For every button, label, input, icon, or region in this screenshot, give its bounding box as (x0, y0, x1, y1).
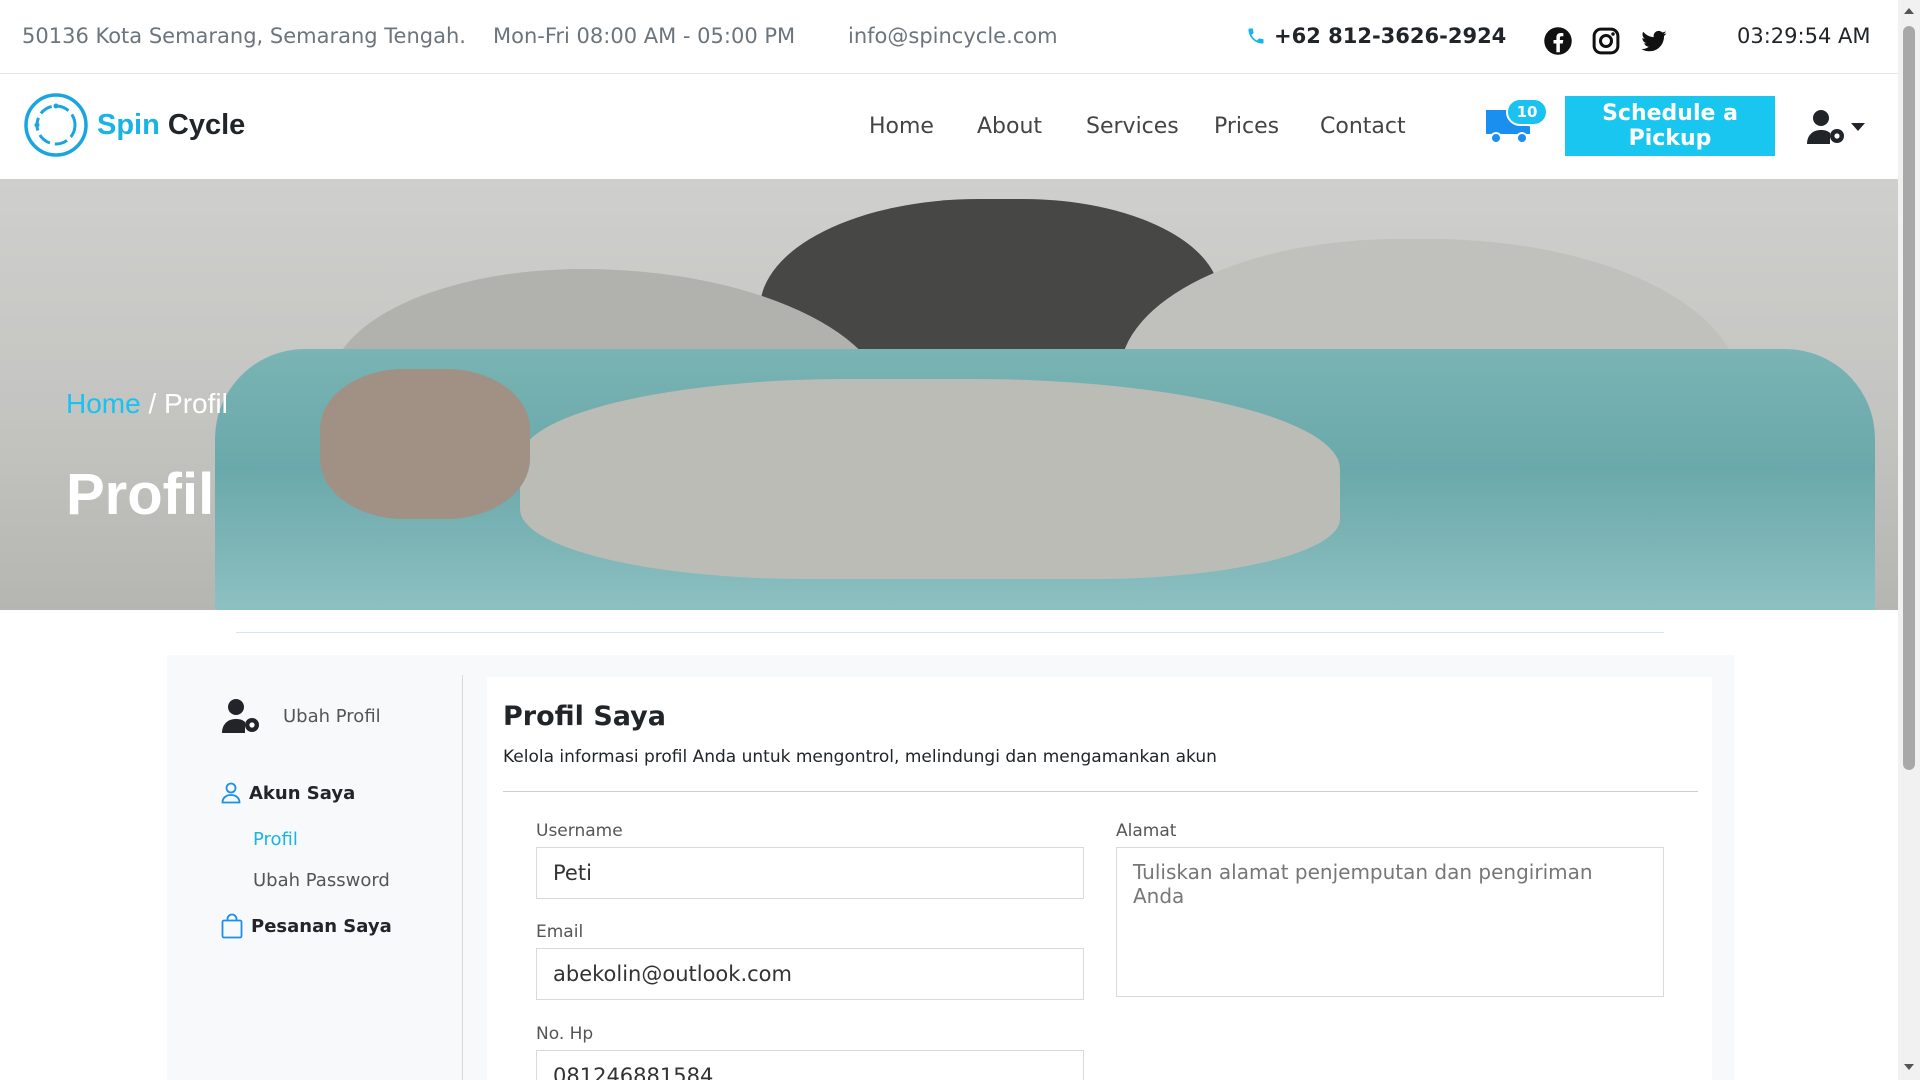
nav-services[interactable]: Services (1086, 114, 1179, 139)
instagram-icon[interactable] (1591, 26, 1621, 56)
cart-count-badge: 10 (1506, 98, 1548, 126)
twitter-icon[interactable] (1639, 26, 1669, 56)
user-outline-icon (221, 782, 241, 804)
profile-content: Profil Saya Kelola informasi profil Anda… (487, 677, 1712, 1080)
address-textarea[interactable]: Tuliskan alamat penjemputan dan pengirim… (1116, 847, 1664, 997)
shopping-bag-icon (221, 913, 243, 939)
sidebar-item-label: Pesanan Saya (251, 915, 392, 937)
nav-home[interactable]: Home (869, 114, 934, 139)
breadcrumb-current: Profil (164, 388, 228, 419)
sidebar-item-my-account[interactable]: Akun Saya (221, 782, 355, 804)
nav-about[interactable]: About (977, 114, 1042, 139)
user-menu-toggle[interactable] (1806, 108, 1866, 146)
address-text: 50136 Kota Semarang, Semarang Tengah. (22, 24, 466, 48)
breadcrumb-separator: / (140, 388, 165, 419)
email-label: Email (536, 922, 584, 942)
page-title: Profil (66, 462, 215, 527)
profile-description: Kelola informasi profil Anda untuk mengo… (503, 747, 1217, 767)
main-navbar: Spin Cycle Home About Services Prices Co… (0, 74, 1898, 179)
sidebar-item-profile[interactable]: Profil (253, 829, 298, 850)
address-label: Alamat (1116, 821, 1177, 841)
phone-input[interactable]: 081246881584 (536, 1050, 1084, 1080)
sidebar-header: Ubah Profil (221, 697, 381, 735)
sidebar-item-my-orders[interactable]: Pesanan Saya (221, 913, 392, 939)
phone-label: No. Hp (536, 1024, 594, 1044)
hero-banner: Home / Profil Profil (0, 179, 1898, 610)
nav-prices[interactable]: Prices (1214, 114, 1279, 139)
business-hours-text: Mon-Fri 08:00 AM - 05:00 PM (493, 24, 796, 48)
profile-card: Ubah Profil Akun Saya Profil Ubah Passwo… (167, 655, 1734, 1080)
username-label: Username (536, 821, 623, 841)
brand-spin: Spin (97, 108, 160, 141)
facebook-icon[interactable] (1543, 26, 1573, 56)
sidebar-item-change-password[interactable]: Ubah Password (253, 870, 390, 891)
nav-contact[interactable]: Contact (1320, 114, 1406, 139)
username-input[interactable]: Peti (536, 847, 1084, 899)
schedule-pickup-button[interactable]: Schedule a Pickup (1565, 96, 1775, 156)
spin-cycle-logo-icon (24, 93, 88, 157)
phone-icon (1248, 28, 1264, 44)
clock-text: 03:29:54 AM (1737, 24, 1871, 48)
chevron-down-icon (1851, 123, 1865, 131)
sidebar-item-label: Akun Saya (249, 782, 356, 804)
brand-logo-link[interactable]: Spin Cycle (23, 92, 245, 158)
scroll-up-arrow-icon[interactable] (1904, 8, 1914, 14)
breadcrumb-home-link[interactable]: Home (66, 388, 141, 419)
email-input[interactable]: abekolin@outlook.com (536, 948, 1084, 1000)
user-settings-icon (1807, 110, 1844, 144)
scroll-down-arrow-icon[interactable] (1904, 1064, 1914, 1070)
section-divider (236, 632, 1664, 633)
edit-profile-label[interactable]: Ubah Profil (283, 706, 381, 727)
profile-sidebar: Ubah Profil Akun Saya Profil Ubah Passwo… (167, 675, 463, 1080)
brand-name: Spin Cycle (97, 109, 245, 142)
user-settings-icon (222, 699, 259, 733)
phone-link[interactable]: +62 812-3626-2924 (1246, 24, 1506, 48)
scrollbar-thumb[interactable] (1903, 26, 1915, 770)
page-scrollbar[interactable] (1898, 0, 1920, 1080)
breadcrumb: Home / Profil (66, 388, 228, 420)
content-divider (503, 791, 1698, 792)
email-link[interactable]: info@spincycle.com (848, 24, 1058, 48)
profile-title: Profil Saya (503, 701, 666, 732)
brand-cycle: Cycle (167, 108, 246, 141)
phone-number: +62 812-3626-2924 (1274, 24, 1507, 48)
social-links (1543, 26, 1669, 56)
top-info-bar: 50136 Kota Semarang, Semarang Tengah. Mo… (0, 0, 1898, 74)
